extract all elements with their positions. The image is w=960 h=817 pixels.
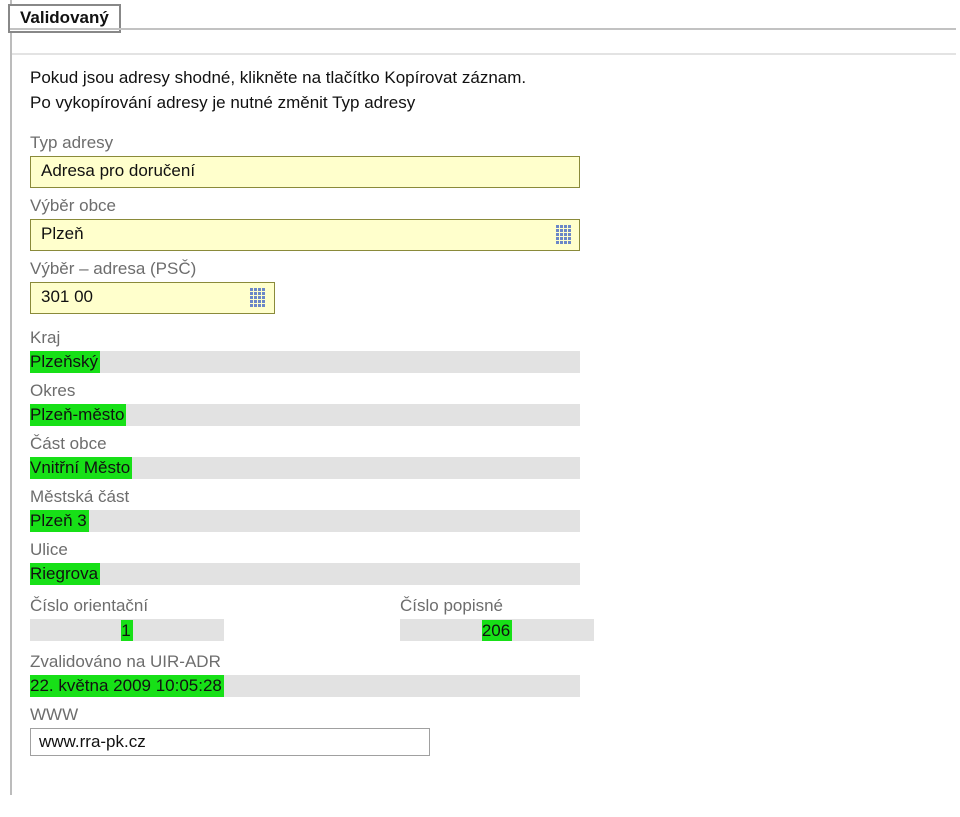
cislo-orientacni-value: 1 — [121, 620, 132, 642]
typ-adresy-select[interactable]: Adresa pro doručení — [30, 156, 580, 188]
zvalidovano-row: 22. května 2009 10:05:28 — [30, 675, 580, 697]
cislo-orientacni-label: Číslo orientační — [30, 596, 280, 616]
typ-adresy-label: Typ adresy — [30, 133, 940, 153]
picker-icon[interactable] — [250, 288, 268, 308]
kraj-label: Kraj — [30, 328, 940, 348]
tab-label: Validovaný — [20, 8, 109, 27]
intro-line-1: Pokud jsou adresy shodné, klikněte na tl… — [30, 66, 940, 91]
okres-row: Plzeň-město — [30, 404, 580, 426]
vyber-psc-label: Výběr – adresa (PSČ) — [30, 259, 940, 279]
vyber-psc-value: 301 00 — [41, 287, 93, 306]
cast-obce-row: Vnitřní Město — [30, 457, 580, 479]
zvalidovano-label: Zvalidováno na UIR-ADR — [30, 652, 940, 672]
mestska-cast-row: Plzeň 3 — [30, 510, 580, 532]
kraj-row: Plzeňský — [30, 351, 580, 373]
mestska-cast-label: Městská část — [30, 487, 940, 507]
vyber-obce-select[interactable]: Plzeň — [30, 219, 580, 251]
picker-icon[interactable] — [556, 225, 574, 245]
intro-line-2: Po vykopírování adresy je nutné změnit T… — [30, 91, 940, 116]
cislo-orientacni-row: 1 — [30, 619, 224, 641]
www-value: www.rra-pk.cz — [39, 732, 146, 751]
zvalidovano-value: 22. května 2009 10:05:28 — [30, 675, 224, 697]
www-input[interactable]: www.rra-pk.cz — [30, 728, 430, 756]
mestska-cast-value: Plzeň 3 — [30, 510, 89, 532]
ulice-value: Riegrova — [30, 563, 100, 585]
cast-obce-label: Část obce — [30, 434, 940, 454]
vertical-rule — [10, 0, 12, 795]
okres-label: Okres — [30, 381, 940, 401]
ulice-row: Riegrova — [30, 563, 580, 585]
cislo-popisne-label: Číslo popisné — [400, 596, 650, 616]
kraj-value: Plzeňský — [30, 351, 100, 373]
intro-text: Pokud jsou adresy shodné, klikněte na tl… — [30, 66, 940, 115]
cast-obce-value: Vnitřní Město — [30, 457, 132, 479]
ulice-label: Ulice — [30, 540, 940, 560]
okres-value: Plzeň-město — [30, 404, 126, 426]
typ-adresy-value: Adresa pro doručení — [41, 161, 195, 180]
tab-underline — [10, 28, 956, 30]
cislo-popisne-value: 206 — [482, 620, 512, 642]
vyber-psc-select[interactable]: 301 00 — [30, 282, 275, 314]
cislo-popisne-row: 206 — [400, 619, 594, 641]
form-content: Pokud jsou adresy shodné, klikněte na tl… — [30, 66, 940, 759]
vyber-obce-label: Výběr obce — [30, 196, 940, 216]
www-label: WWW — [30, 705, 940, 725]
tab-underline-2 — [12, 53, 956, 55]
vyber-obce-value: Plzeň — [41, 224, 84, 243]
